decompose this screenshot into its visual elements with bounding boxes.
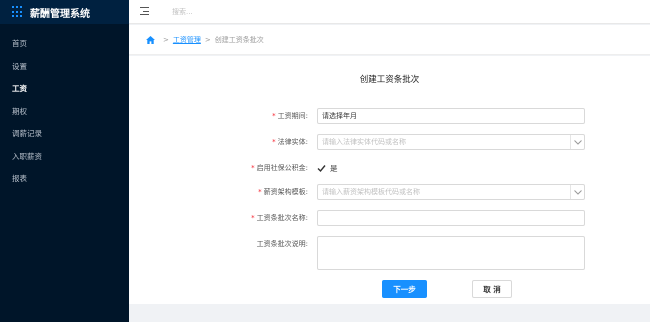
salary-template-placeholder: 请输入薪资架构模板代码或名称 [322, 188, 420, 196]
checkmark-icon[interactable] [317, 164, 326, 173]
legal-entity-placeholder: 请输入法律实体代码或名称 [322, 138, 406, 146]
batch-desc-row: 工资条批次说明: [129, 236, 650, 270]
cancel-button[interactable]: 取 消 [472, 280, 512, 298]
sidebar-item-payroll[interactable]: 工资 [0, 78, 129, 101]
chevron-down-icon[interactable] [570, 135, 584, 149]
pay-period-label: 工资期间: [277, 112, 308, 120]
social-security-option-label: 是 [330, 164, 338, 173]
social-security-row: * 启用社保公积金: 是 [129, 160, 650, 176]
app-logo[interactable]: 薪酬管理系统 [0, 0, 129, 24]
pay-period-row: * 工资期间: [129, 108, 650, 124]
home-icon[interactable] [146, 35, 155, 44]
form-panel: 创建工资条批次 *工资期间: *法律实体: 请输入法律实体代码或名称 *启用社保… [129, 56, 650, 304]
chevron-down-icon[interactable] [570, 185, 584, 199]
batch-name-input[interactable] [317, 210, 585, 226]
app-title: 薪酬管理系统 [30, 8, 90, 20]
sidebar-item-reports[interactable]: 报表 [0, 168, 129, 191]
social-security-label: 启用社保公积金: [256, 164, 308, 172]
batch-name-label: 工资条批次名称: [256, 214, 308, 222]
breadcrumb-payroll-link[interactable]: 工资管理 [173, 35, 201, 45]
salary-template-select[interactable]: 请输入薪资架构模板代码或名称 [317, 184, 585, 200]
page-footer [129, 304, 650, 322]
legal-entity-select[interactable]: 请输入法律实体代码或名称 [317, 134, 585, 150]
required-mark: * [272, 112, 276, 120]
legal-entity-row: * 法律实体: 请输入法律实体代码或名称 [129, 134, 650, 150]
batch-name-row: * 工资条批次名称: [129, 210, 650, 226]
form-title: 创建工资条批次 [359, 75, 420, 85]
sidebar-item-settings[interactable]: 设置 [0, 56, 129, 79]
social-security-checkbox[interactable]: 是 [317, 163, 338, 174]
pay-period-picker[interactable] [317, 108, 585, 124]
hamburger-icon[interactable] [140, 5, 152, 17]
sidebar-item-onboarding-salary[interactable]: 入职薪资 [0, 146, 129, 169]
sidebar-item-salary-adjustments[interactable]: 调薪记录 [0, 123, 129, 146]
grid-icon [12, 6, 24, 18]
breadcrumb: > 工资管理 > 创建工资条批次 [129, 25, 650, 55]
next-button[interactable]: 下一步 [382, 280, 427, 298]
salary-template-label: 薪资架构模板: [263, 188, 308, 196]
batch-desc-label: 工资条批次说明: [256, 240, 308, 248]
legal-entity-label: 法律实体: [277, 138, 308, 146]
breadcrumb-separator: > [163, 35, 169, 44]
required-mark: * [272, 138, 276, 146]
sidebar-item-options[interactable]: 期权 [0, 101, 129, 124]
sidebar-item-home[interactable]: 首页 [0, 33, 129, 56]
sidebar-menu: 首页 设置 工资 期权 调薪记录 入职薪资 报表 [0, 33, 129, 191]
breadcrumb-current: 创建工资条批次 [214, 35, 264, 44]
sidebar: 薪酬管理系统 首页 设置 工资 期权 调薪记录 入职薪资 报表 [0, 0, 129, 322]
batch-desc-textarea[interactable] [317, 236, 585, 270]
salary-template-row: * 薪资架构模板: 请输入薪资架构模板代码或名称 [129, 184, 650, 200]
required-mark: * [251, 164, 255, 172]
top-bar [129, 0, 650, 24]
breadcrumb-separator: > [204, 35, 211, 44]
required-mark: * [258, 188, 262, 196]
required-mark: * [251, 214, 255, 222]
search-input[interactable] [172, 5, 292, 19]
